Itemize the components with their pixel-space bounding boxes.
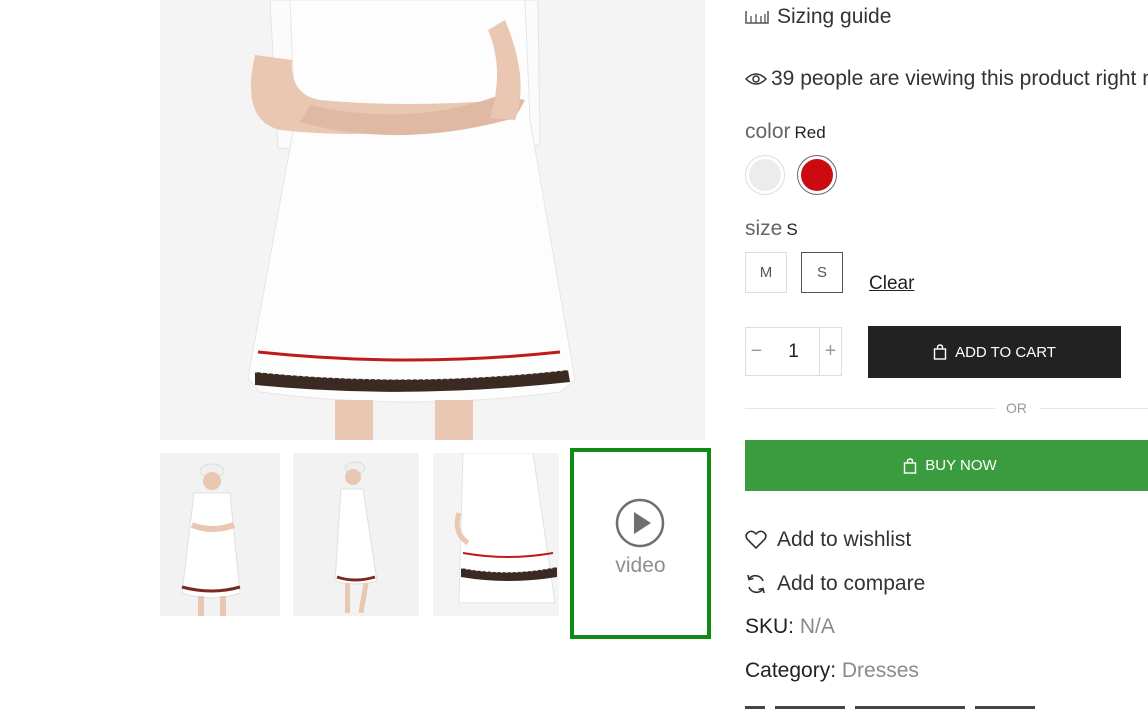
category-label: Category: <box>745 659 837 682</box>
buy-now-button[interactable]: BUY NOW <box>745 440 1148 491</box>
viewing-notice: 39 people are viewing this product right… <box>745 67 1148 91</box>
play-icon <box>615 498 665 548</box>
color-swatch-white[interactable] <box>745 155 785 195</box>
thumbnail-detail[interactable] <box>433 453 559 616</box>
sku-row: SKU: N/A <box>745 615 835 639</box>
sizing-guide-label: Sizing guide <box>777 5 892 28</box>
add-to-cart-label: ADD TO CART <box>955 343 1056 361</box>
video-label: video <box>615 554 666 577</box>
size-label: size <box>745 217 783 240</box>
color-attribute: color Red <box>745 120 826 144</box>
viewing-text: 39 people are viewing this product right… <box>771 67 1148 90</box>
ruler-icon <box>745 11 769 24</box>
add-to-cart-button[interactable]: ADD TO CART <box>868 326 1121 378</box>
tags-row-clipped <box>745 700 1045 710</box>
size-option-s[interactable]: S <box>801 252 843 293</box>
thumbnail-front[interactable] <box>160 453 280 616</box>
color-selected-value: Red <box>794 123 826 142</box>
wishlist-label: Add to wishlist <box>777 528 912 551</box>
shopping-bag-icon <box>904 457 917 474</box>
category-row: Category: Dresses <box>745 659 919 683</box>
refresh-icon <box>747 574 765 594</box>
size-attribute: size S <box>745 217 798 241</box>
category-link[interactable]: Dresses <box>842 659 919 682</box>
shopping-bag-icon <box>933 344 947 360</box>
add-to-compare-link[interactable]: Add to compare <box>745 572 925 596</box>
or-separator: OR <box>1006 400 1027 416</box>
heart-icon <box>745 530 767 550</box>
thumbnail-video[interactable]: video <box>570 448 711 639</box>
color-label: color <box>745 120 791 143</box>
size-option-m[interactable]: M <box>745 252 787 293</box>
eye-icon <box>745 73 767 85</box>
size-selected-value: S <box>786 220 798 239</box>
divider-left <box>745 408 995 409</box>
add-to-wishlist-link[interactable]: Add to wishlist <box>745 528 911 552</box>
divider-right <box>1040 408 1148 409</box>
color-swatch-red[interactable] <box>797 155 837 195</box>
quantity-increase-button[interactable]: + <box>819 327 842 376</box>
sku-label: SKU: <box>745 615 795 638</box>
quantity-decrease-button[interactable]: − <box>745 327 768 376</box>
sizing-guide-link[interactable]: Sizing guide <box>745 5 891 29</box>
clear-selection-link[interactable]: Clear <box>869 273 914 295</box>
thumbnail-side[interactable] <box>293 453 419 616</box>
compare-label: Add to compare <box>777 572 926 595</box>
quantity-input[interactable] <box>767 327 820 376</box>
sku-value: N/A <box>799 615 835 638</box>
buy-now-label: BUY NOW <box>925 457 997 474</box>
main-product-image[interactable] <box>160 0 705 440</box>
